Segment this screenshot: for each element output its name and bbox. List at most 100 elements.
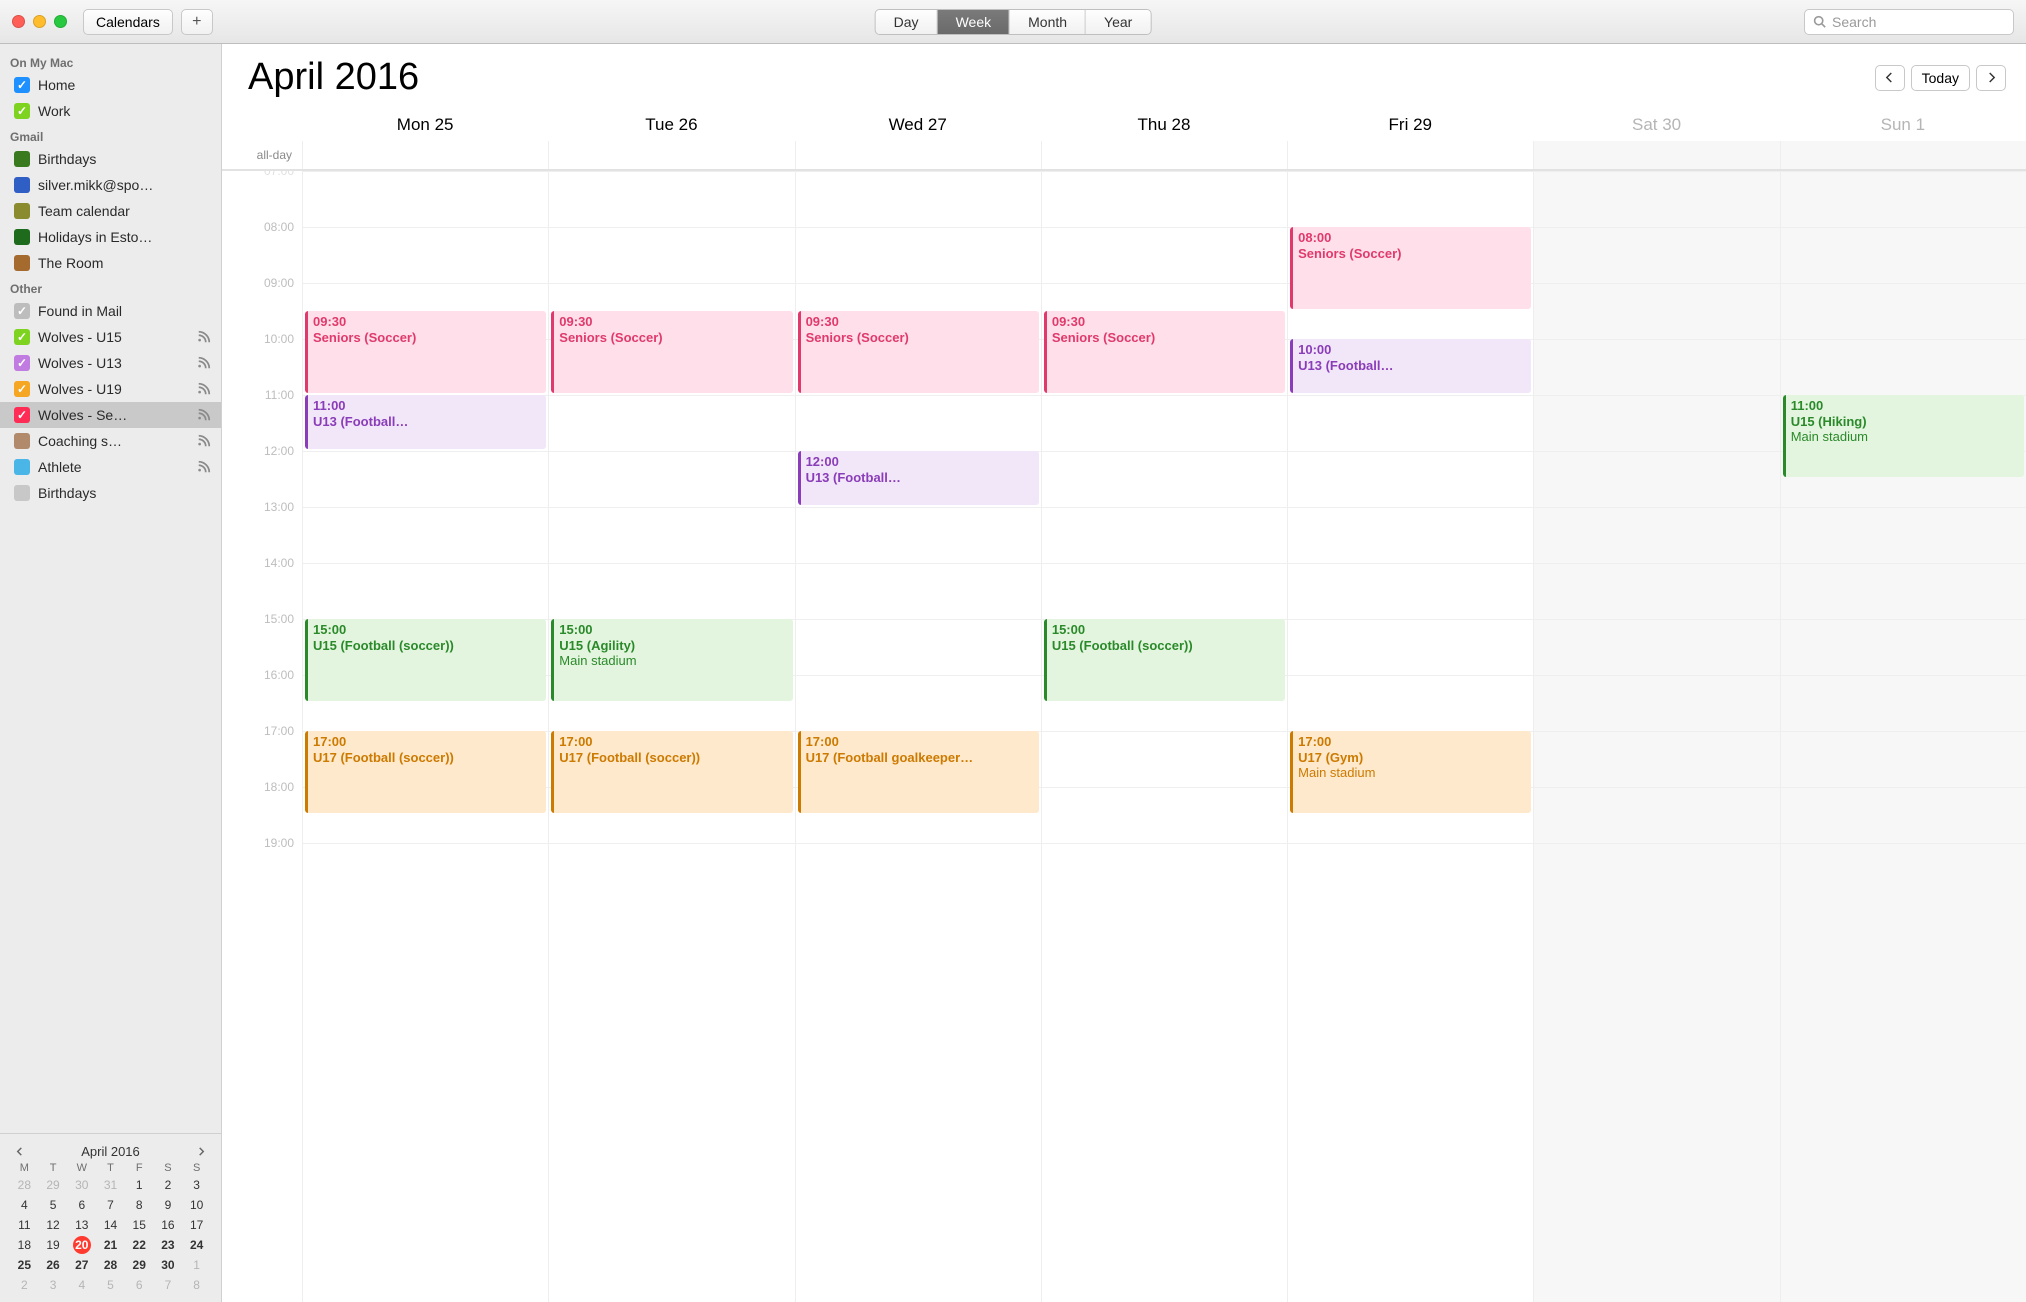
calendar-event[interactable]: 17:00U17 (Football (soccer)) [305,731,546,813]
sidebar-calendar-item[interactable]: Wolves - U13 [0,350,221,376]
calendar-event[interactable]: 11:00U13 (Football… [305,395,546,449]
sidebar-calendar-item[interactable]: Athlete [0,454,221,480]
mini-day[interactable]: 6 [125,1276,154,1294]
mini-day[interactable]: 5 [96,1276,125,1294]
zoom-window-button[interactable] [54,15,67,28]
sidebar-calendar-item[interactable]: Wolves - U15 [0,324,221,350]
sidebar-calendar-item[interactable]: The Room [0,250,221,276]
mini-day[interactable]: 29 [39,1176,68,1194]
mini-day[interactable]: 20 [67,1236,96,1254]
view-tab-year[interactable]: Year [1086,10,1150,34]
sidebar-calendar-item[interactable]: Home [0,72,221,98]
mini-day[interactable]: 1 [125,1176,154,1194]
mini-day[interactable]: 2 [10,1276,39,1294]
mini-prev-month-button[interactable] [10,1142,28,1160]
close-window-button[interactable] [12,15,25,28]
mini-day[interactable]: 8 [125,1196,154,1214]
calendar-event[interactable]: 17:00U17 (Gym)Main stadium [1290,731,1531,813]
next-week-button[interactable] [1976,65,2006,91]
mini-day[interactable]: 15 [125,1216,154,1234]
day-column[interactable]: 09:30Seniors (Soccer) 15:00U15 (Football … [1041,171,1287,1302]
mini-day[interactable]: 16 [154,1216,183,1234]
mini-day[interactable]: 9 [154,1196,183,1214]
calendar-event[interactable]: 08:00Seniors (Soccer) [1290,227,1531,309]
all-day-cell[interactable] [795,141,1041,169]
calendar-event[interactable]: 09:30Seniors (Soccer) [551,311,792,393]
day-column[interactable]: 09:30Seniors (Soccer) 15:00U15 (Agility)M… [548,171,794,1302]
sidebar-calendar-item[interactable]: Coaching s… [0,428,221,454]
minimize-window-button[interactable] [33,15,46,28]
mini-day[interactable]: 30 [67,1176,96,1194]
mini-day[interactable]: 11 [10,1216,39,1234]
mini-day[interactable]: 17 [182,1216,211,1234]
calendar-event[interactable]: 17:00U17 (Football (soccer)) [551,731,792,813]
view-tab-week[interactable]: Week [938,10,1011,34]
mini-day[interactable]: 22 [125,1236,154,1254]
mini-day[interactable]: 30 [154,1256,183,1274]
mini-day[interactable]: 31 [96,1176,125,1194]
mini-day[interactable]: 23 [154,1236,183,1254]
mini-day[interactable]: 28 [10,1176,39,1194]
mini-day[interactable]: 10 [182,1196,211,1214]
sidebar-calendar-item[interactable]: Team calendar [0,198,221,224]
time-grid[interactable]: 07:0008:0009:0010:0011:0012:0013:0014:00… [222,171,2026,1302]
sidebar-calendar-item[interactable]: Birthdays [0,480,221,506]
mini-calendar-grid[interactable]: MTWTFSS282930311234567891011121314151617… [10,1162,211,1294]
all-day-cell[interactable] [1533,141,1779,169]
mini-day[interactable]: 8 [182,1276,211,1294]
sidebar-calendar-item[interactable]: Work [0,98,221,124]
mini-day[interactable]: 13 [67,1216,96,1234]
calendar-checkbox[interactable] [14,381,30,397]
calendar-event[interactable]: 10:00U13 (Football… [1290,339,1531,393]
sidebar-calendar-item[interactable]: Found in Mail [0,298,221,324]
mini-day[interactable]: 7 [154,1276,183,1294]
mini-day[interactable]: 4 [67,1276,96,1294]
all-day-cell[interactable] [548,141,794,169]
mini-day[interactable]: 19 [39,1236,68,1254]
mini-day[interactable]: 18 [10,1236,39,1254]
all-day-cell[interactable] [1041,141,1287,169]
mini-day[interactable]: 14 [96,1216,125,1234]
day-column[interactable] [1533,171,1779,1302]
calendar-checkbox[interactable] [14,103,30,119]
calendar-checkbox[interactable] [14,77,30,93]
day-column[interactable]: 09:30Seniors (Soccer)11:00U13 (Football…… [302,171,548,1302]
calendar-checkbox[interactable] [14,355,30,371]
mini-day[interactable]: 21 [96,1236,125,1254]
all-day-cell[interactable] [302,141,548,169]
calendar-event[interactable]: 15:00U15 (Agility)Main stadium [551,619,792,701]
calendar-checkbox[interactable] [14,303,30,319]
calendar-checkbox[interactable] [14,407,30,423]
today-button[interactable]: Today [1911,65,1970,91]
mini-day[interactable]: 7 [96,1196,125,1214]
mini-day[interactable]: 29 [125,1256,154,1274]
all-day-cell[interactable] [1780,141,2026,169]
mini-day[interactable]: 28 [96,1256,125,1274]
calendar-event[interactable]: 11:00U15 (Hiking)Main stadium [1783,395,2024,477]
view-tab-month[interactable]: Month [1010,10,1086,34]
mini-next-month-button[interactable] [193,1142,211,1160]
sidebar-calendar-item[interactable]: Wolves - U19 [0,376,221,402]
mini-day[interactable]: 1 [182,1256,211,1274]
mini-day[interactable]: 26 [39,1256,68,1274]
calendar-event[interactable]: 15:00U15 (Football (soccer)) [1044,619,1285,701]
day-column[interactable]: 08:00Seniors (Soccer) 10:00U13 (Football…… [1287,171,1533,1302]
mini-day[interactable]: 2 [154,1176,183,1194]
mini-day[interactable]: 4 [10,1196,39,1214]
all-day-cell[interactable] [1287,141,1533,169]
calendar-event[interactable]: 12:00U13 (Football… [798,451,1039,505]
mini-day[interactable]: 3 [182,1176,211,1194]
add-event-button[interactable]: + [181,9,213,35]
calendar-event[interactable]: 09:30Seniors (Soccer) [1044,311,1285,393]
calendars-toggle-button[interactable]: Calendars [83,9,173,35]
day-column[interactable]: 09:30Seniors (Soccer) 12:00U13 (Football…… [795,171,1041,1302]
view-tab-day[interactable]: Day [876,10,938,34]
calendar-event[interactable]: 15:00U15 (Football (soccer)) [305,619,546,701]
calendar-event[interactable]: 09:30Seniors (Soccer) [798,311,1039,393]
mini-day[interactable]: 5 [39,1196,68,1214]
search-field[interactable]: Search [1804,9,2014,35]
sidebar-calendar-item[interactable]: Birthdays [0,146,221,172]
mini-day[interactable]: 12 [39,1216,68,1234]
calendar-checkbox[interactable] [14,329,30,345]
calendar-event[interactable]: 09:30Seniors (Soccer) [305,311,546,393]
